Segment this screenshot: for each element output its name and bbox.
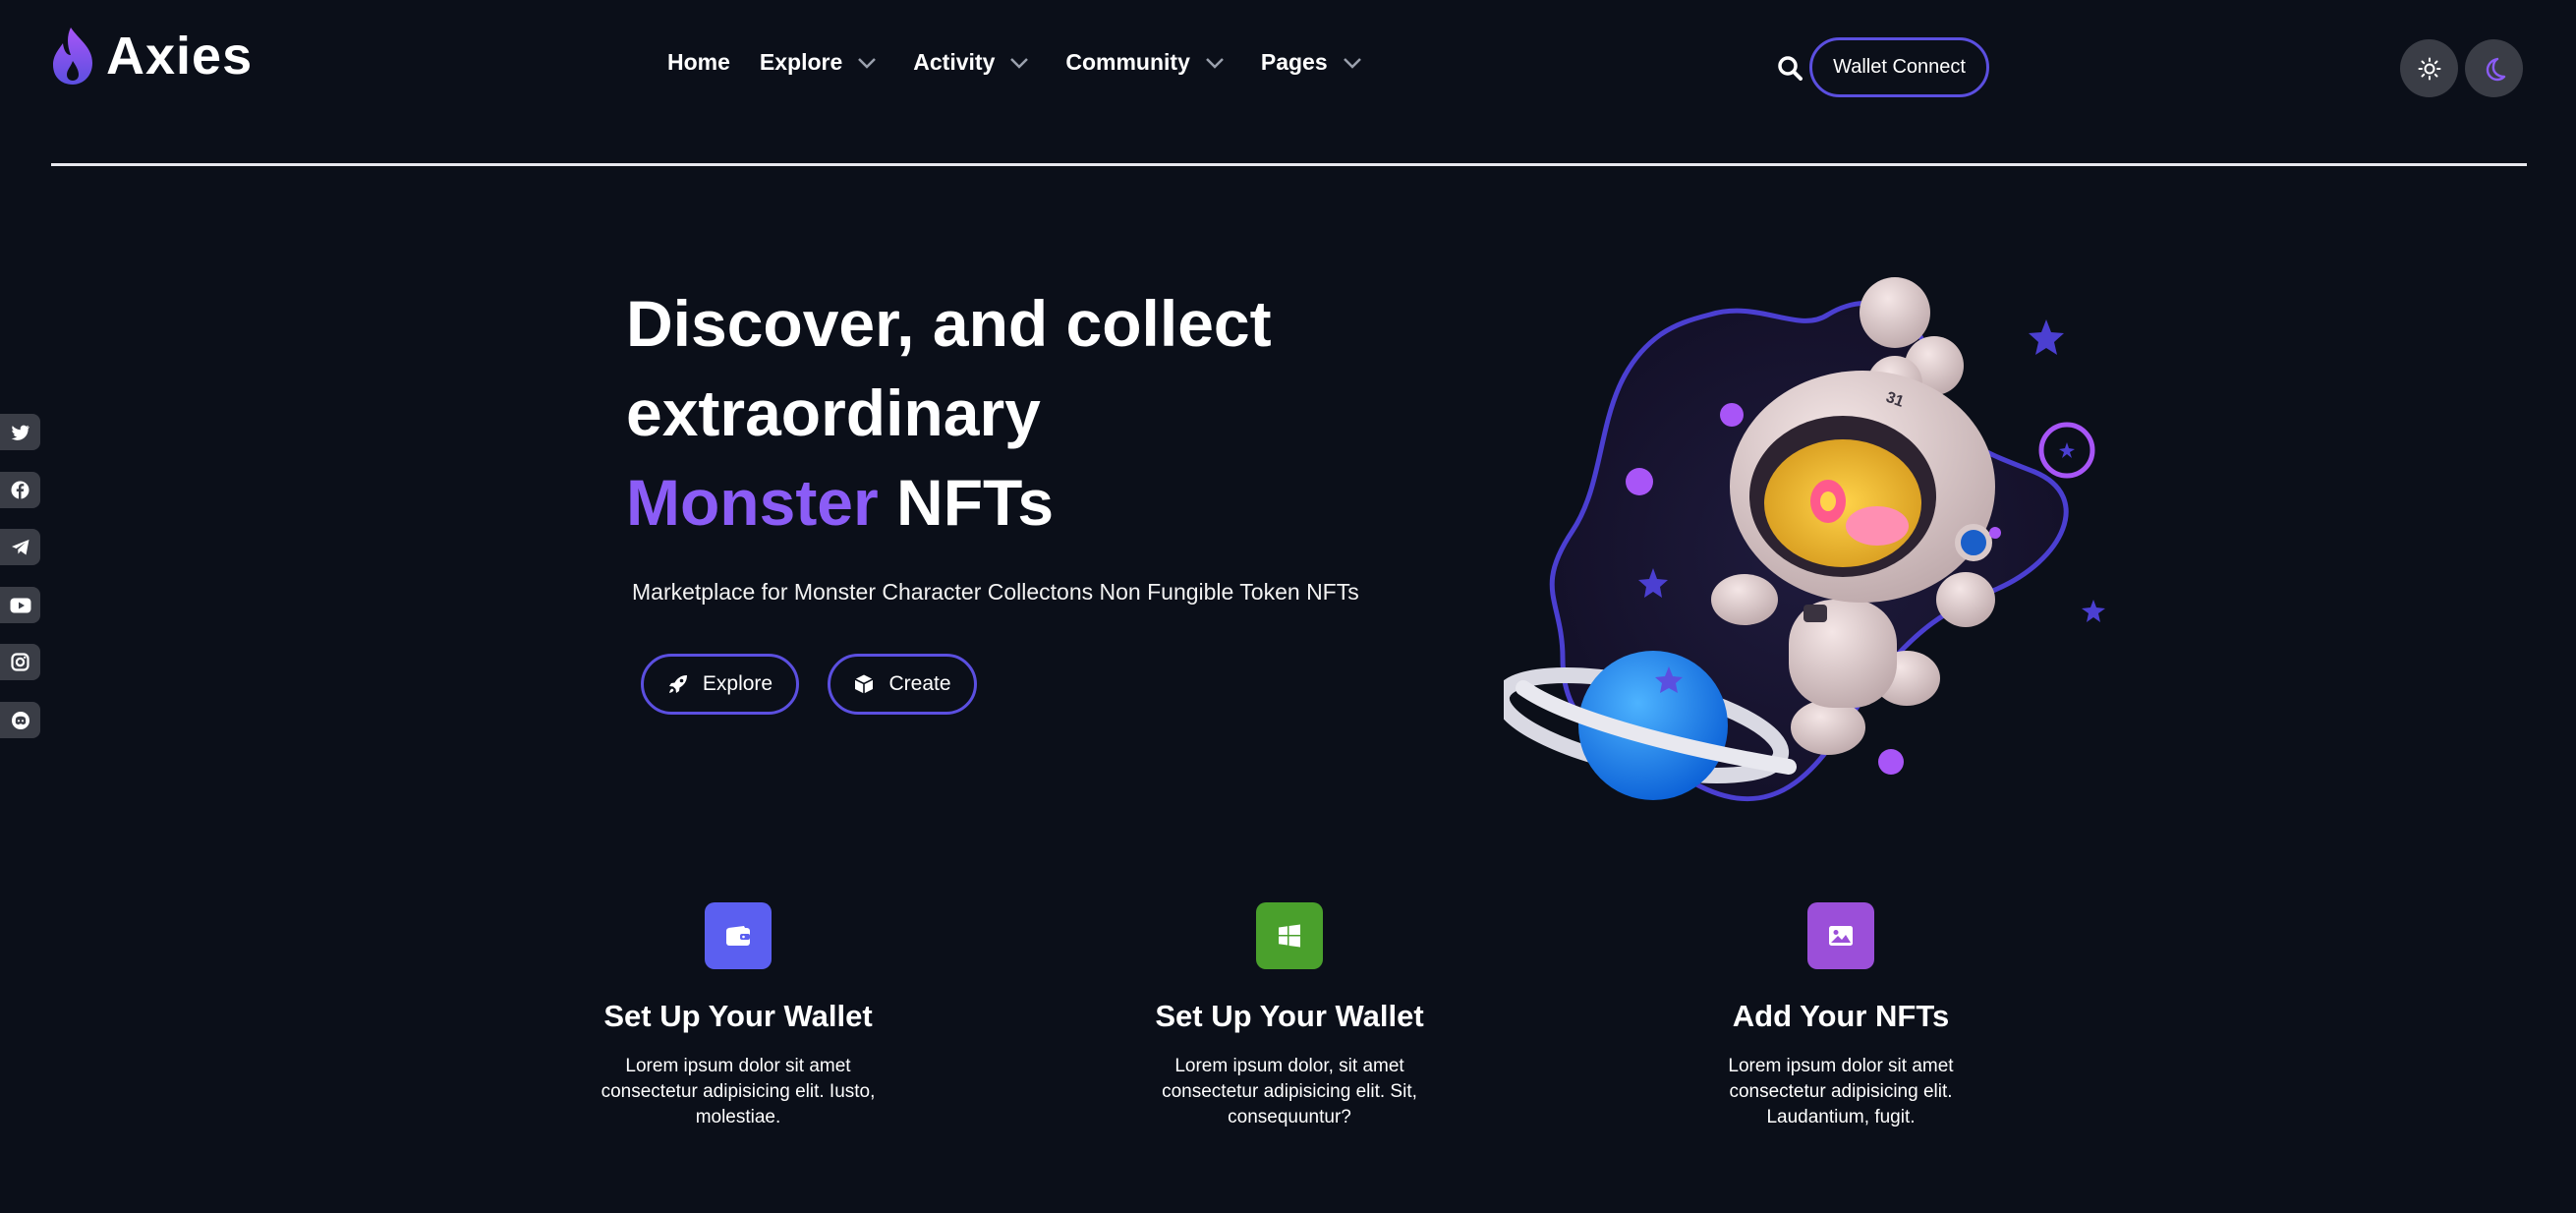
hero-title-line2: extraordinary [626,376,1041,449]
main-nav: Home Explore Activity Community Pages [667,49,1399,76]
feature-icon-box [1256,902,1323,969]
instagram-icon [11,653,29,671]
hero-title: Discover, and collect extraordinary Mons… [626,279,1432,548]
cube-icon [855,674,874,694]
hero-title-accent: Monster [626,466,879,539]
discord-icon [11,711,29,729]
social-facebook-link[interactable] [0,472,40,508]
moon-icon [2486,57,2505,81]
nav-item-label: Activity [913,49,996,75]
image-icon [1829,926,1853,946]
hero-subtitle: Marketplace for Monster Character Collec… [632,579,1359,605]
feature-icon-box [1807,902,1874,969]
social-youtube-link[interactable] [0,587,40,623]
hero-illustration: 31 [1504,277,2105,802]
star-shape [2029,319,2064,355]
nav-item-label: Community [1065,49,1190,75]
brand-logo[interactable]: Axies [49,26,253,87]
dot-shape [1626,468,1653,495]
telegram-icon [11,539,29,554]
feature-card: Set Up Your Wallet Lorem ipsum dolor, si… [1083,902,1496,1130]
nav-item-home[interactable]: Home [667,49,730,76]
chevron-down-icon [1343,57,1361,69]
create-button[interactable]: Create [828,654,977,715]
nav-item-explore[interactable]: Explore [760,49,878,76]
wallet-connect-button[interactable]: Wallet Connect [1809,37,1989,97]
feature-card: Add Your NFTs Lorem ipsum dolor sit amet… [1634,902,2047,1130]
dark-mode-button[interactable] [2465,39,2523,97]
chevron-down-icon [1010,57,1029,69]
hero-title-line1: Discover, and collect [626,287,1272,360]
feature-title: Set Up Your Wallet [603,999,873,1033]
brand-name: Axies [106,27,254,86]
sun-icon [2418,57,2440,80]
feature-card: Set Up Your Wallet Lorem ipsum dolor sit… [532,902,945,1130]
feature-icon-box [705,902,772,969]
rocket-icon [668,675,687,693]
nav-item-label: Pages [1260,49,1328,75]
feature-description: Lorem ipsum dolor sit amet consectetur a… [601,1056,876,1127]
windows-icon [1279,924,1300,948]
social-instagram-link[interactable] [0,644,40,680]
star-shape [2082,600,2105,622]
social-telegram-link[interactable] [0,529,40,565]
chevron-down-icon [858,57,877,69]
feature-description: Lorem ipsum dolor sit amet consectetur a… [1728,1056,1954,1127]
social-discord-link[interactable] [0,702,40,738]
nav-item-pages[interactable]: Pages [1261,49,1363,76]
nav-item-label: Home [667,49,730,75]
nav-item-community[interactable]: Community [1065,49,1226,76]
social-twitter-link[interactable] [0,414,40,450]
dot-shape [1720,403,1744,427]
explore-button[interactable]: Explore [641,654,799,715]
feature-description: Lorem ipsum dolor, sit amet consectetur … [1162,1056,1417,1127]
hero-title-suffix: NFTs [878,466,1055,539]
nav-item-activity[interactable]: Activity [913,49,1030,76]
chevron-down-icon [1205,57,1224,69]
facebook-icon [11,481,29,499]
feature-title: Add Your NFTs [1732,999,1950,1033]
twitter-icon [11,425,29,440]
explore-button-label: Explore [702,672,773,695]
flame-icon [53,28,92,85]
dot-shape [1878,749,1904,775]
youtube-icon [10,598,30,612]
light-mode-button[interactable] [2400,39,2458,97]
wallet-icon [726,926,750,946]
nav-item-label: Explore [759,49,843,75]
create-button-label: Create [888,672,951,695]
search-icon[interactable] [1777,55,1803,81]
header-divider [51,163,2527,166]
feature-title: Set Up Your Wallet [1155,999,1424,1033]
